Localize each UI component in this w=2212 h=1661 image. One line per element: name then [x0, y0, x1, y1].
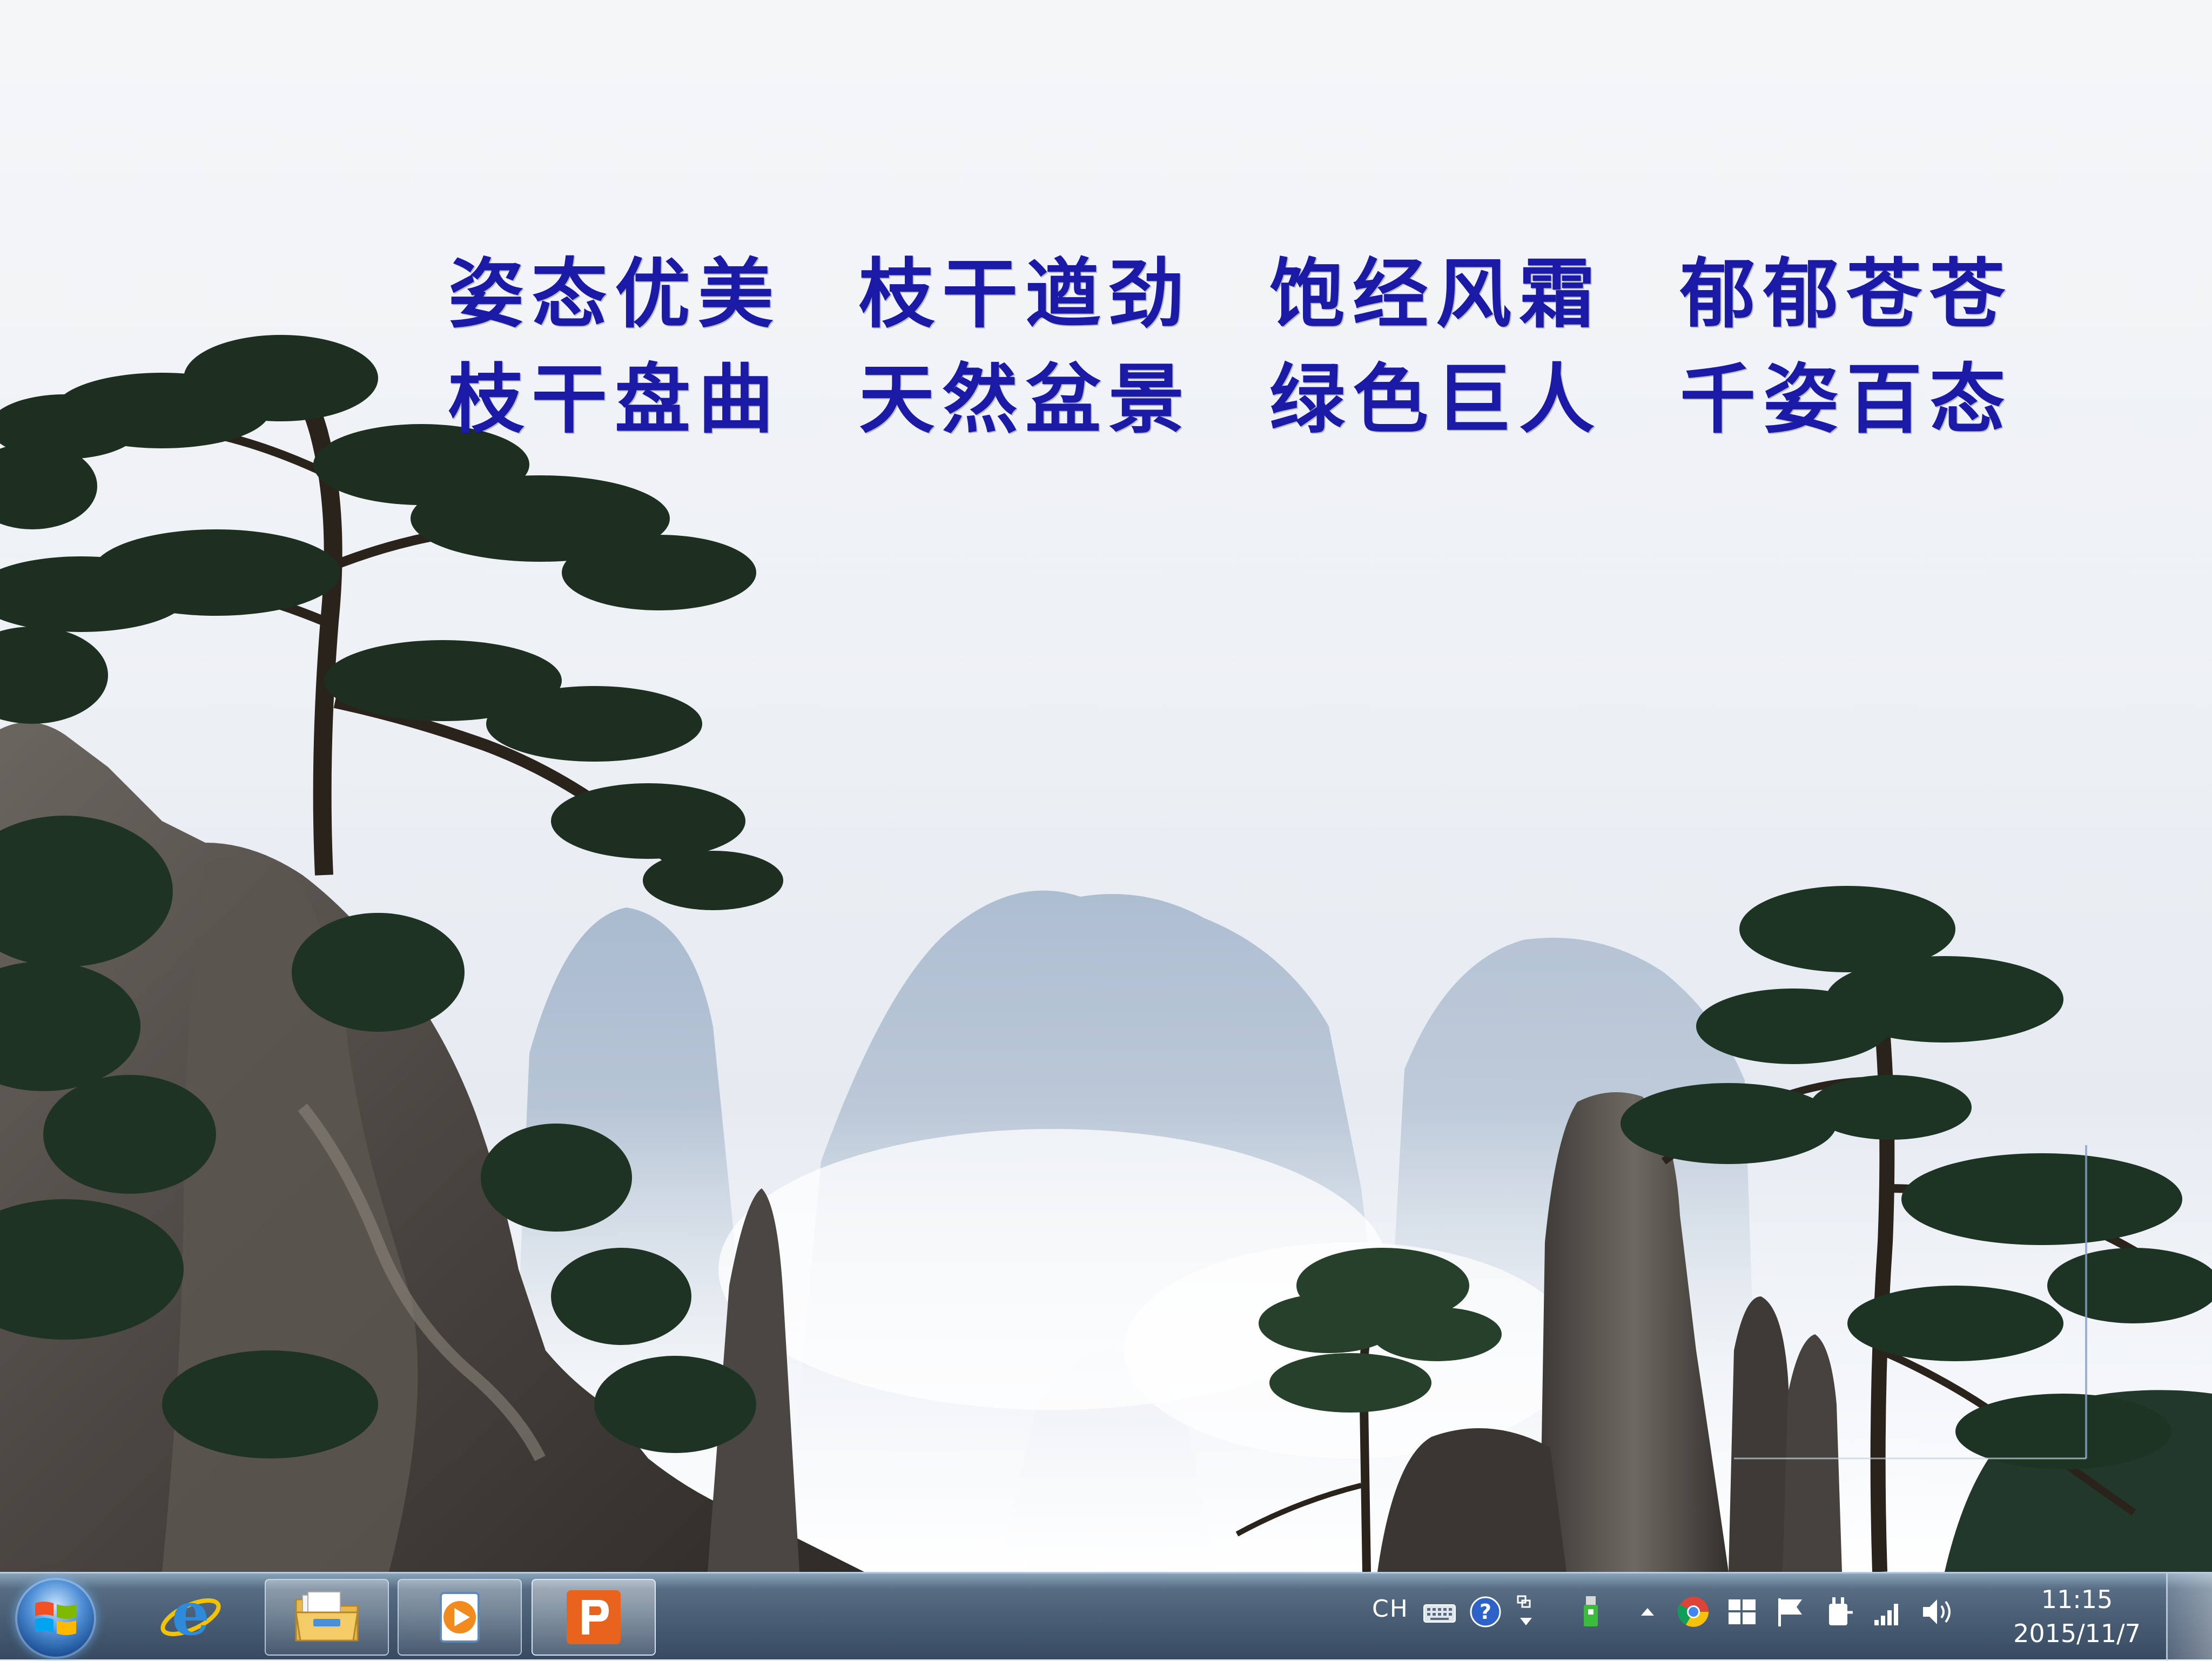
powerpoint-icon	[567, 1590, 621, 1644]
show-desktop-button[interactable]	[2166, 1573, 2212, 1661]
volume-icon[interactable]	[1918, 1593, 1961, 1631]
taskbar: e CH ? 11:15 2015/11/7	[0, 1572, 2212, 1661]
mountain-landscape-image	[0, 335, 2212, 1572]
action-center-flag-icon[interactable]	[1772, 1593, 1810, 1631]
chrome-icon[interactable]	[1675, 1593, 1712, 1631]
poem-phrase: 千姿百态	[1680, 355, 2013, 444]
windows-icon[interactable]	[1723, 1593, 1761, 1631]
ie-icon: e	[160, 1585, 221, 1649]
media-player-icon	[440, 1592, 480, 1643]
taskbar-button-internet-explorer[interactable]: e	[129, 1579, 253, 1656]
ime-settings-icon[interactable]	[1512, 1593, 1539, 1636]
poem-phrase: 姿态优美	[448, 250, 782, 339]
start-button[interactable]	[15, 1578, 96, 1659]
system-tray: CH ? 11:15 2015/11/7	[1361, 1573, 2161, 1661]
poem-phrase: 枝干遒劲	[859, 250, 1192, 339]
help-icon[interactable]: ?	[1467, 1593, 1504, 1631]
poem-phrase: 天然盆景	[859, 355, 1192, 444]
clock-date: 2015/11/7	[2013, 1619, 2141, 1648]
poem-phrase: 郁郁苍苍	[1680, 250, 2013, 339]
keyboard-icon[interactable]	[1421, 1593, 1458, 1631]
poem-phrase: 枝干盘曲	[448, 355, 782, 444]
poem-row-2: 枝干盘曲 天然盆景 绿色巨人 千姿百态	[448, 354, 2015, 446]
svg-text:?: ?	[1480, 1600, 1491, 1624]
taskbar-button-powerpoint[interactable]	[532, 1579, 656, 1656]
taskbar-button-windows-explorer[interactable]	[265, 1579, 389, 1656]
poem-phrase: 饱经风霜	[1269, 250, 1603, 339]
clock-time: 11:15	[2041, 1585, 2113, 1614]
power-icon[interactable]	[1820, 1593, 1858, 1631]
usb-icon[interactable]	[1577, 1593, 1604, 1636]
poem-phrase: 绿色巨人	[1269, 355, 1603, 444]
show-hidden-icons-icon[interactable]	[1637, 1593, 1658, 1631]
clock[interactable]: 11:15 2015/11/7	[2004, 1583, 2150, 1651]
svg-text:e: e	[172, 1585, 210, 1649]
network-signal-icon[interactable]	[1869, 1593, 1907, 1631]
poem-row-1: 姿态优美 枝干遒劲 饱经风霜 郁郁苍苍	[448, 248, 2015, 340]
language-indicator[interactable]: CH	[1372, 1595, 1409, 1623]
desktop: 姿态优美 枝干遒劲 饱经风霜 郁郁苍苍 枝干盘曲 天然盆景 绿色巨人 千姿百态	[0, 0, 2212, 1572]
taskbar-button-media-player[interactable]	[398, 1579, 522, 1656]
windows-logo-icon	[35, 1602, 76, 1635]
folder-icon	[295, 1591, 359, 1642]
